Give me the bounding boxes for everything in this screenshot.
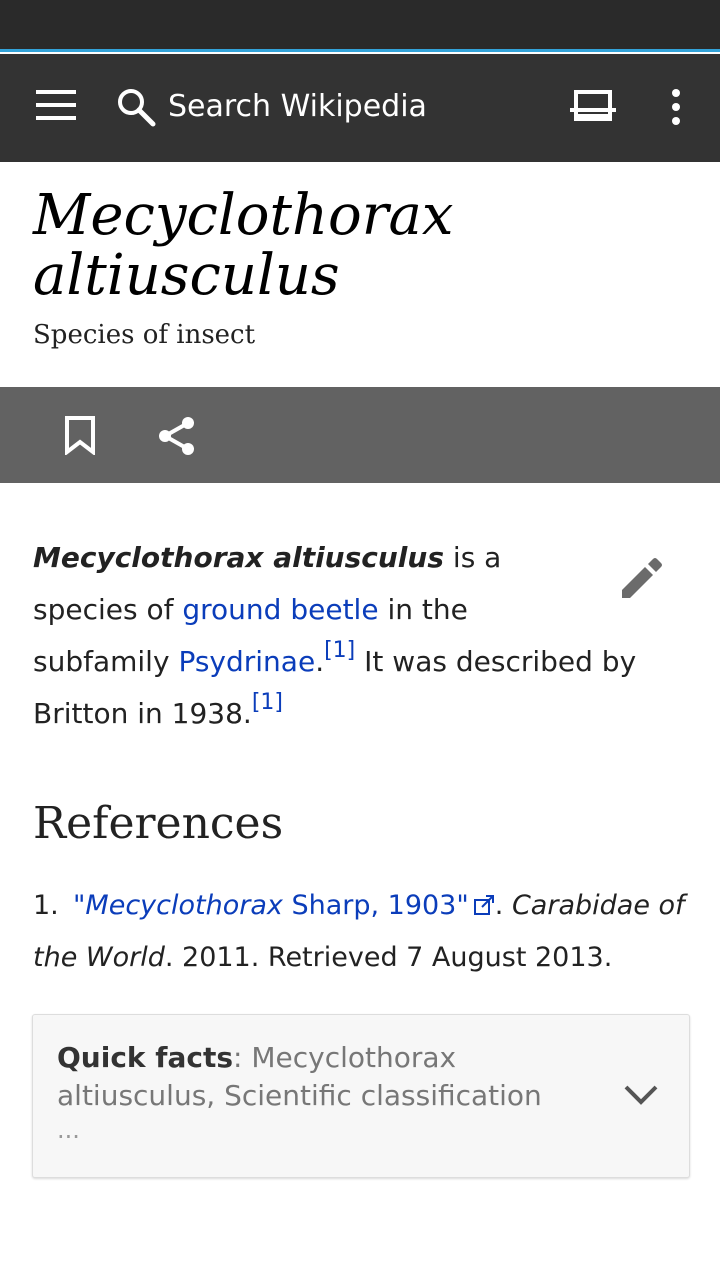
link-quote: " <box>73 890 86 921</box>
top-toolbar: Search Wikipedia <box>0 54 720 162</box>
reference-text: . <box>494 890 512 921</box>
quick-facts-text: Quick facts: Mecyclothorax altiusculus, … <box>57 1039 597 1145</box>
link-ground-beetle[interactable]: ground beetle <box>182 593 378 626</box>
quick-facts-panel[interactable]: Quick facts: Mecyclothorax altiusculus, … <box>32 1014 690 1178</box>
bookmark-icon[interactable] <box>62 415 98 455</box>
chevron-down-icon[interactable] <box>623 1083 659 1107</box>
article-title: Mecyclothorax altiusculus <box>33 183 454 308</box>
references-heading: References <box>33 798 284 849</box>
article-lead-paragraph: Mecyclothorax altiusculus is a species o… <box>33 532 673 740</box>
search-icon[interactable] <box>116 87 156 127</box>
reading-list-icon[interactable] <box>570 90 616 122</box>
edit-pencil-icon[interactable] <box>618 556 664 602</box>
reference-text: . 2011. Retrieved 7 August 2013. <box>164 942 613 973</box>
overflow-menu-icon[interactable] <box>668 88 684 126</box>
lead-subject-name: Mecyclothorax altiusculus <box>33 541 445 574</box>
link-genus: Mecyclothorax <box>85 890 283 921</box>
link-authority: Sharp, 1903" <box>282 890 469 921</box>
external-link-icon <box>473 895 494 915</box>
status-bar-accent-line <box>0 49 720 52</box>
reference-link-1[interactable]: [1] <box>324 638 355 663</box>
reference-external-link[interactable]: "Mecyclothorax Sharp, 1903" <box>73 890 495 921</box>
link-psydrinae[interactable]: Psydrinae <box>178 645 315 678</box>
share-icon[interactable] <box>156 415 198 457</box>
reference-link-2[interactable]: [1] <box>252 690 283 715</box>
quick-facts-separator: : <box>233 1041 252 1074</box>
status-bar <box>0 0 720 50</box>
reference-item: 1. "Mecyclothorax Sharp, 1903". Carabidae… <box>33 880 703 984</box>
search-input[interactable]: Search Wikipedia <box>168 87 427 127</box>
reference-number: 1. <box>33 890 59 921</box>
quick-facts-ellipsis: ... <box>57 1116 80 1144</box>
menu-icon[interactable] <box>36 90 76 120</box>
lead-text: . <box>315 645 325 678</box>
quick-facts-label: Quick facts <box>57 1041 234 1074</box>
article-action-bar <box>0 387 720 483</box>
article-description: Species of insect <box>33 320 256 350</box>
